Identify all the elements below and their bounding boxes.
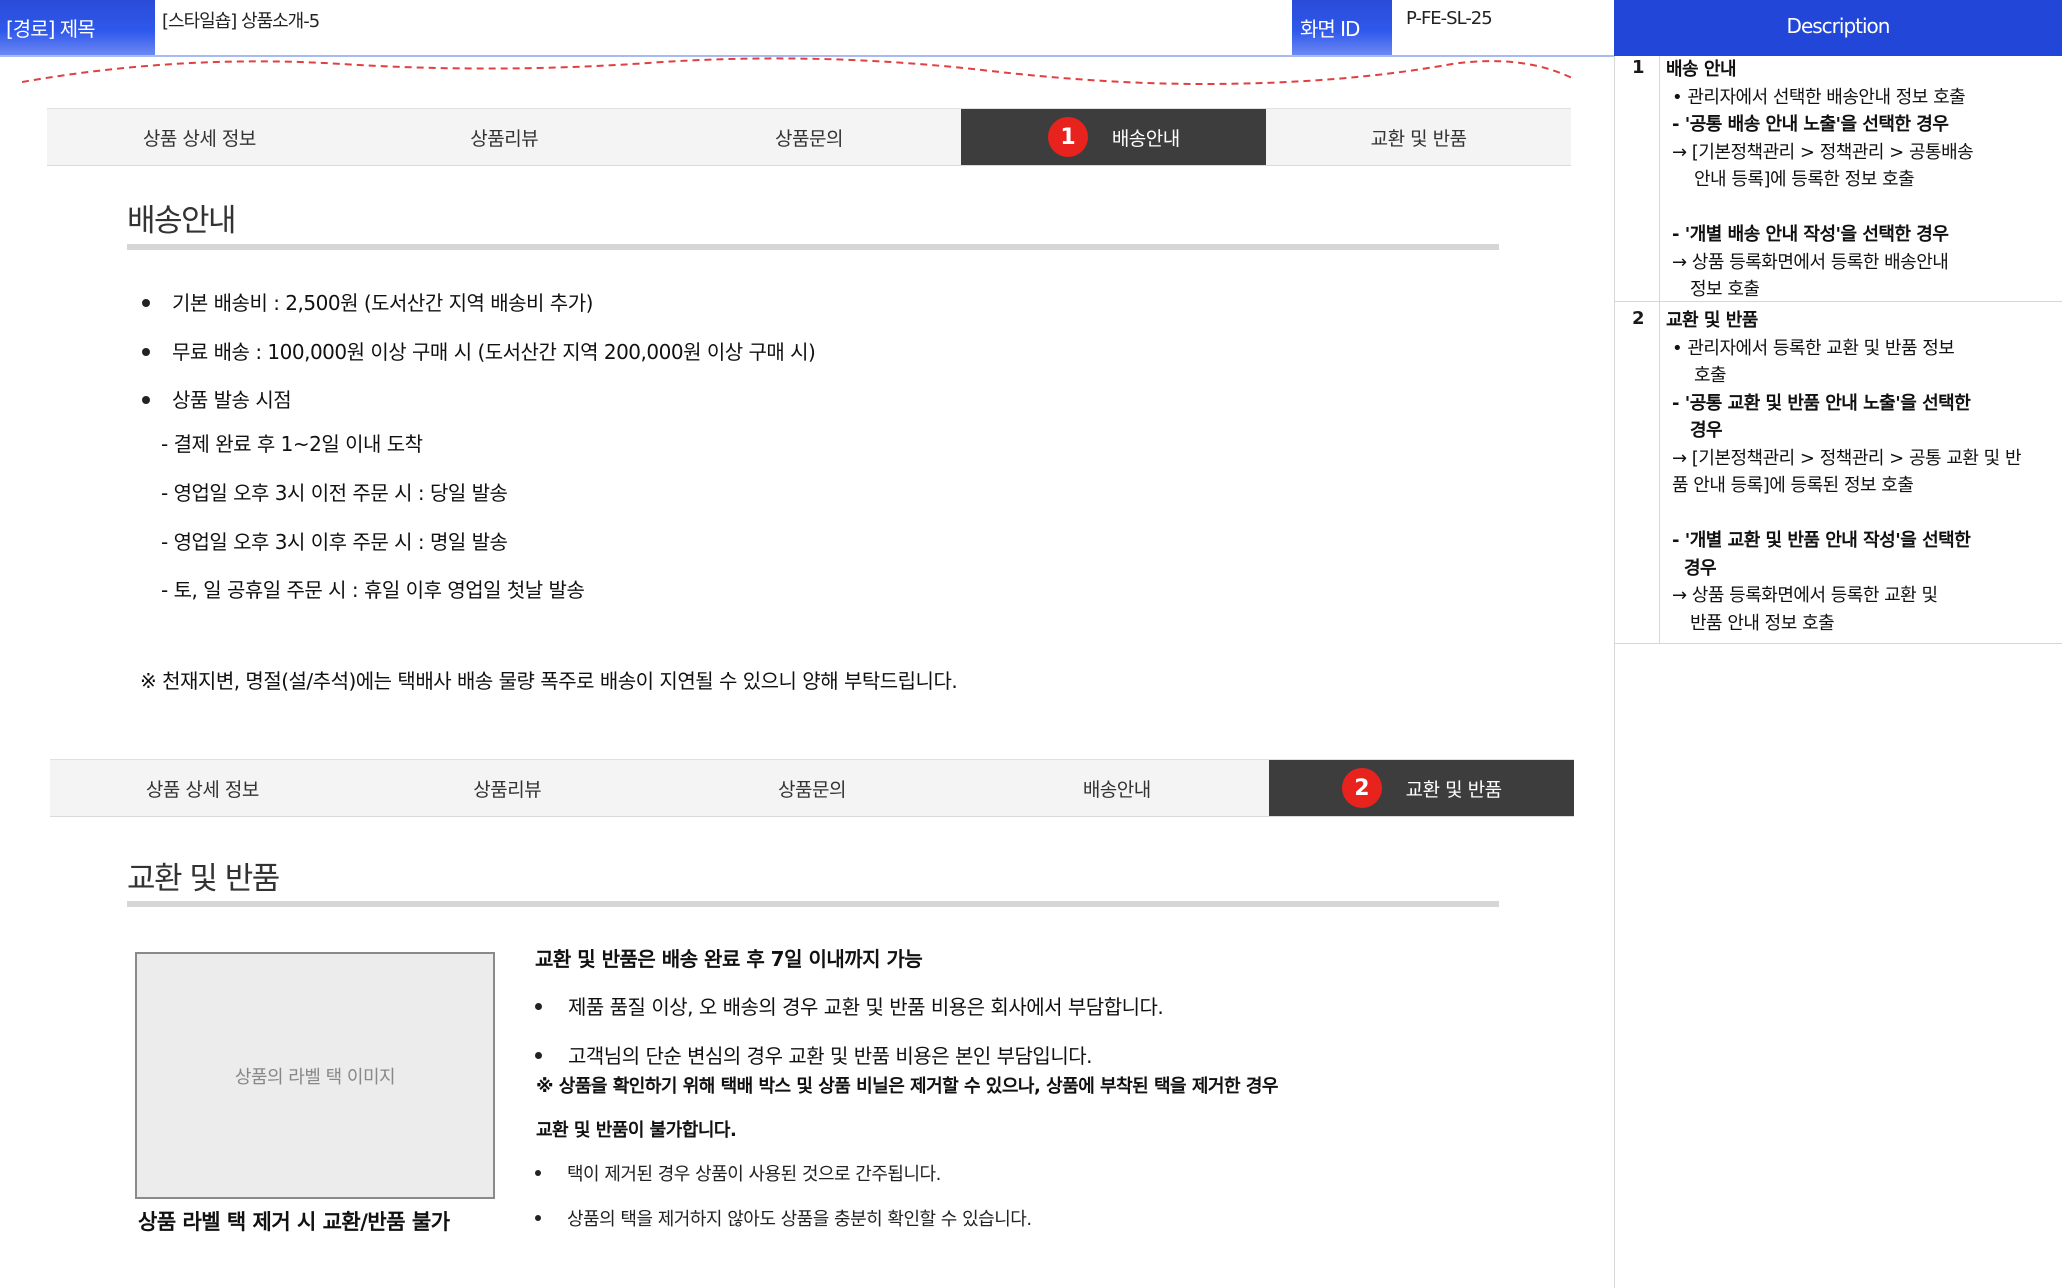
description-line: • 관리자에서 등록한 교환 및 반품 정보 [1672, 337, 1955, 359]
description-line: 정보 호출 [1690, 279, 1760, 300]
shipping-title: 배송안내 [127, 203, 237, 239]
tab-shipping-info[interactable]: 배송안내 [964, 760, 1269, 816]
exchange-warning-cont: 교환 및 반품이 불가합니다. [536, 1120, 737, 1141]
description-line: 품 안내 등록]에 등록된 정보 호출 [1672, 475, 1914, 496]
description-row: 1 배송 안내 • 관리자에서 선택한 배송안내 정보 호출 - '공통 배송 … [1615, 56, 2062, 302]
section-divider [127, 901, 1499, 907]
description-index: 2 [1615, 302, 1660, 643]
tab-shipping-info[interactable]: 1 배송안내 [961, 109, 1267, 165]
bullet-dot [535, 1170, 541, 1176]
tab-label: 상품 상세 정보 [145, 778, 259, 801]
shipping-bullet: 기본 배송비 : 2,500원 (도서산간 지역 배송비 추가) [142, 287, 593, 316]
tab-label: 배송안내 [1082, 778, 1151, 801]
exchange-title: 교환 및 반품 [127, 861, 280, 897]
description-line: - '개별 배송 안내 작성'을 선택한 경우 [1672, 224, 1949, 245]
tab-bar-exchange: 상품 상세 정보 상품리뷰 상품문의 배송안내 2 교환 및 반품 [50, 759, 1574, 817]
tab-product-inquiry[interactable]: 상품문의 [660, 760, 965, 816]
exchange-heading: 교환 및 반품은 배송 완료 후 7일 이내까지 가능 [535, 947, 923, 971]
bullet-dot [535, 1052, 542, 1059]
tab-exchange-return[interactable]: 2 교환 및 반품 [1269, 760, 1574, 816]
description-title: 교환 및 반품 [1666, 310, 1758, 331]
exchange-bullet: 제품 품질 이상, 오 배송의 경우 교환 및 반품 비용은 회사에서 부담합니… [535, 991, 1164, 1020]
shipping-subline: - 결제 완료 후 1~2일 이내 도착 [161, 432, 423, 456]
description-line: - '공통 배송 안내 노출'을 선택한 경우 [1672, 114, 1949, 135]
tab-label: 교환 및 반품 [1370, 127, 1467, 150]
shipping-bullet: 무료 배송 : 100,000원 이상 구매 시 (도서산간 지역 200,00… [142, 336, 816, 365]
path-label: [경로] 제목 [0, 0, 155, 56]
description-line: → 상품 등록화면에서 등록한 배송안내 [1672, 251, 1949, 273]
bullet-text: 고객님의 단순 변심의 경우 교환 및 반품 비용은 본인 부담입니다. [568, 1044, 1092, 1068]
screen-id: P-FE-SL-25 [1392, 0, 1614, 56]
image-placeholder-text: 상품의 라벨 택 이미지 [234, 1066, 396, 1088]
tab-label: 교환 및 반품 [1405, 778, 1502, 801]
description-line: - '공통 교환 및 반품 안내 노출'을 선택한 [1672, 392, 1971, 414]
bullet-text: 택이 제거된 경우 상품이 사용된 것으로 간주됩니다. [567, 1164, 941, 1185]
shipping-subline: - 영업일 오후 3시 이전 주문 시 : 당일 발송 [161, 481, 508, 505]
shipping-subline: - 영업일 오후 3시 이후 주문 시 : 명일 발송 [161, 530, 508, 554]
marker-badge: 2 [1341, 768, 1382, 808]
screen-id-label: 화면 ID [1292, 0, 1392, 56]
label-tag-image: 상품의 라벨 택 이미지 [135, 952, 495, 1199]
bullet-text: 상품 발송 시점 [172, 388, 292, 412]
exchange-small-bullet: 상품의 택을 제거하지 않아도 상품을 충분히 확인할 수 있습니다. [535, 1205, 1032, 1231]
exchange-small-bullet: 택이 제거된 경우 상품이 사용된 것으로 간주됩니다. [535, 1160, 941, 1186]
description-line: - '개별 교환 및 반품 안내 작성'을 선택한 [1672, 530, 1971, 551]
shipping-notice: ※ 천재지변, 명절(설/추석)에는 택배사 배송 물량 폭주로 배송이 지연될… [140, 669, 958, 693]
description-line: 경우 [1690, 420, 1723, 441]
bullet-text: 상품의 택을 제거하지 않아도 상품을 충분히 확인할 수 있습니다. [567, 1209, 1032, 1230]
tab-exchange-return[interactable]: 교환 및 반품 [1266, 109, 1571, 165]
tab-product-detail[interactable]: 상품 상세 정보 [47, 109, 352, 165]
label-tag-caption: 상품 라벨 택 제거 시 교환/반품 불가 [138, 1210, 450, 1234]
tab-label: 상품리뷰 [470, 127, 539, 150]
tab-label: 상품문의 [778, 778, 846, 801]
tab-bar-shipping: 상품 상세 정보 상품리뷰 상품문의 1 배송안내 교환 및 반품 [47, 108, 1571, 166]
exchange-warning: ※ 상품을 확인하기 위해 택배 박스 및 상품 비닐은 제거할 수 있으나, … [536, 1076, 1278, 1097]
description-line: • 관리자에서 선택한 배송안내 정보 호출 [1672, 86, 1966, 108]
tab-label: 배송안내 [1111, 127, 1180, 150]
section-divider [127, 244, 1499, 250]
description-line: 안내 등록]에 등록한 정보 호출 [1694, 169, 1915, 190]
exchange-bullet: 고객님의 단순 변심의 경우 교환 및 반품 비용은 본인 부담입니다. [535, 1040, 1092, 1069]
description-line: → [기본정책관리 > 정책관리 > 공통배송 [1672, 141, 1974, 163]
page-title: [스타일숍] 상품소개-5 [155, 0, 1292, 56]
bullet-dot [142, 347, 150, 356]
description-row: 2 교환 및 반품 • 관리자에서 등록한 교환 및 반품 정보 호출 - '공… [1615, 302, 2062, 644]
description-header: Description [1614, 0, 2062, 56]
description-index: 1 [1615, 56, 1660, 301]
description-line: → 상품 등록화면에서 등록한 교환 및 [1672, 585, 1938, 606]
marker-badge: 1 [1047, 117, 1088, 157]
tab-product-review[interactable]: 상품리뷰 [352, 109, 657, 165]
description-body: 교환 및 반품 • 관리자에서 등록한 교환 및 반품 정보 호출 - '공통 … [1666, 307, 2061, 637]
bullet-dot [142, 395, 150, 404]
shipping-bullet: 상품 발송 시점 [142, 384, 292, 413]
shipping-subline: - 토, 일 공휴일 주문 시 : 휴일 이후 영업일 첫날 발송 [161, 578, 585, 602]
tab-product-inquiry[interactable]: 상품문의 [657, 109, 962, 165]
bullet-text: 제품 품질 이상, 오 배송의 경우 교환 및 반품 비용은 회사에서 부담합니… [568, 995, 1164, 1019]
description-line: 호출 [1694, 365, 1727, 386]
bullet-dot [535, 1003, 542, 1010]
description-spacer [1666, 500, 2061, 528]
description-line: 반품 안내 정보 호출 [1690, 612, 1835, 634]
description-line: → [기본정책관리 > 정책관리 > 공통 교환 및 반 [1672, 447, 2022, 469]
tab-product-review[interactable]: 상품리뷰 [355, 760, 660, 816]
bullet-text: 무료 배송 : 100,000원 이상 구매 시 (도서산간 지역 200,00… [172, 340, 816, 364]
description-body: 배송 안내 • 관리자에서 선택한 배송안내 정보 호출 - '공통 배송 안내… [1666, 56, 2061, 304]
tab-label: 상품문의 [775, 127, 843, 150]
tab-label: 상품리뷰 [473, 778, 542, 801]
description-title: 배송 안내 [1666, 59, 1737, 80]
wavy-cut-line [22, 57, 1572, 86]
bullet-text: 기본 배송비 : 2,500원 (도서산간 지역 배송비 추가) [172, 291, 593, 315]
tab-label: 상품 상세 정보 [142, 127, 256, 150]
description-spacer [1666, 194, 2061, 222]
bullet-dot [535, 1215, 541, 1221]
bullet-dot [142, 298, 150, 307]
description-panel: 1 배송 안내 • 관리자에서 선택한 배송안내 정보 호출 - '공통 배송 … [1614, 56, 2062, 1288]
tab-product-detail[interactable]: 상품 상세 정보 [50, 760, 355, 816]
description-line: 경우 [1684, 557, 1717, 579]
